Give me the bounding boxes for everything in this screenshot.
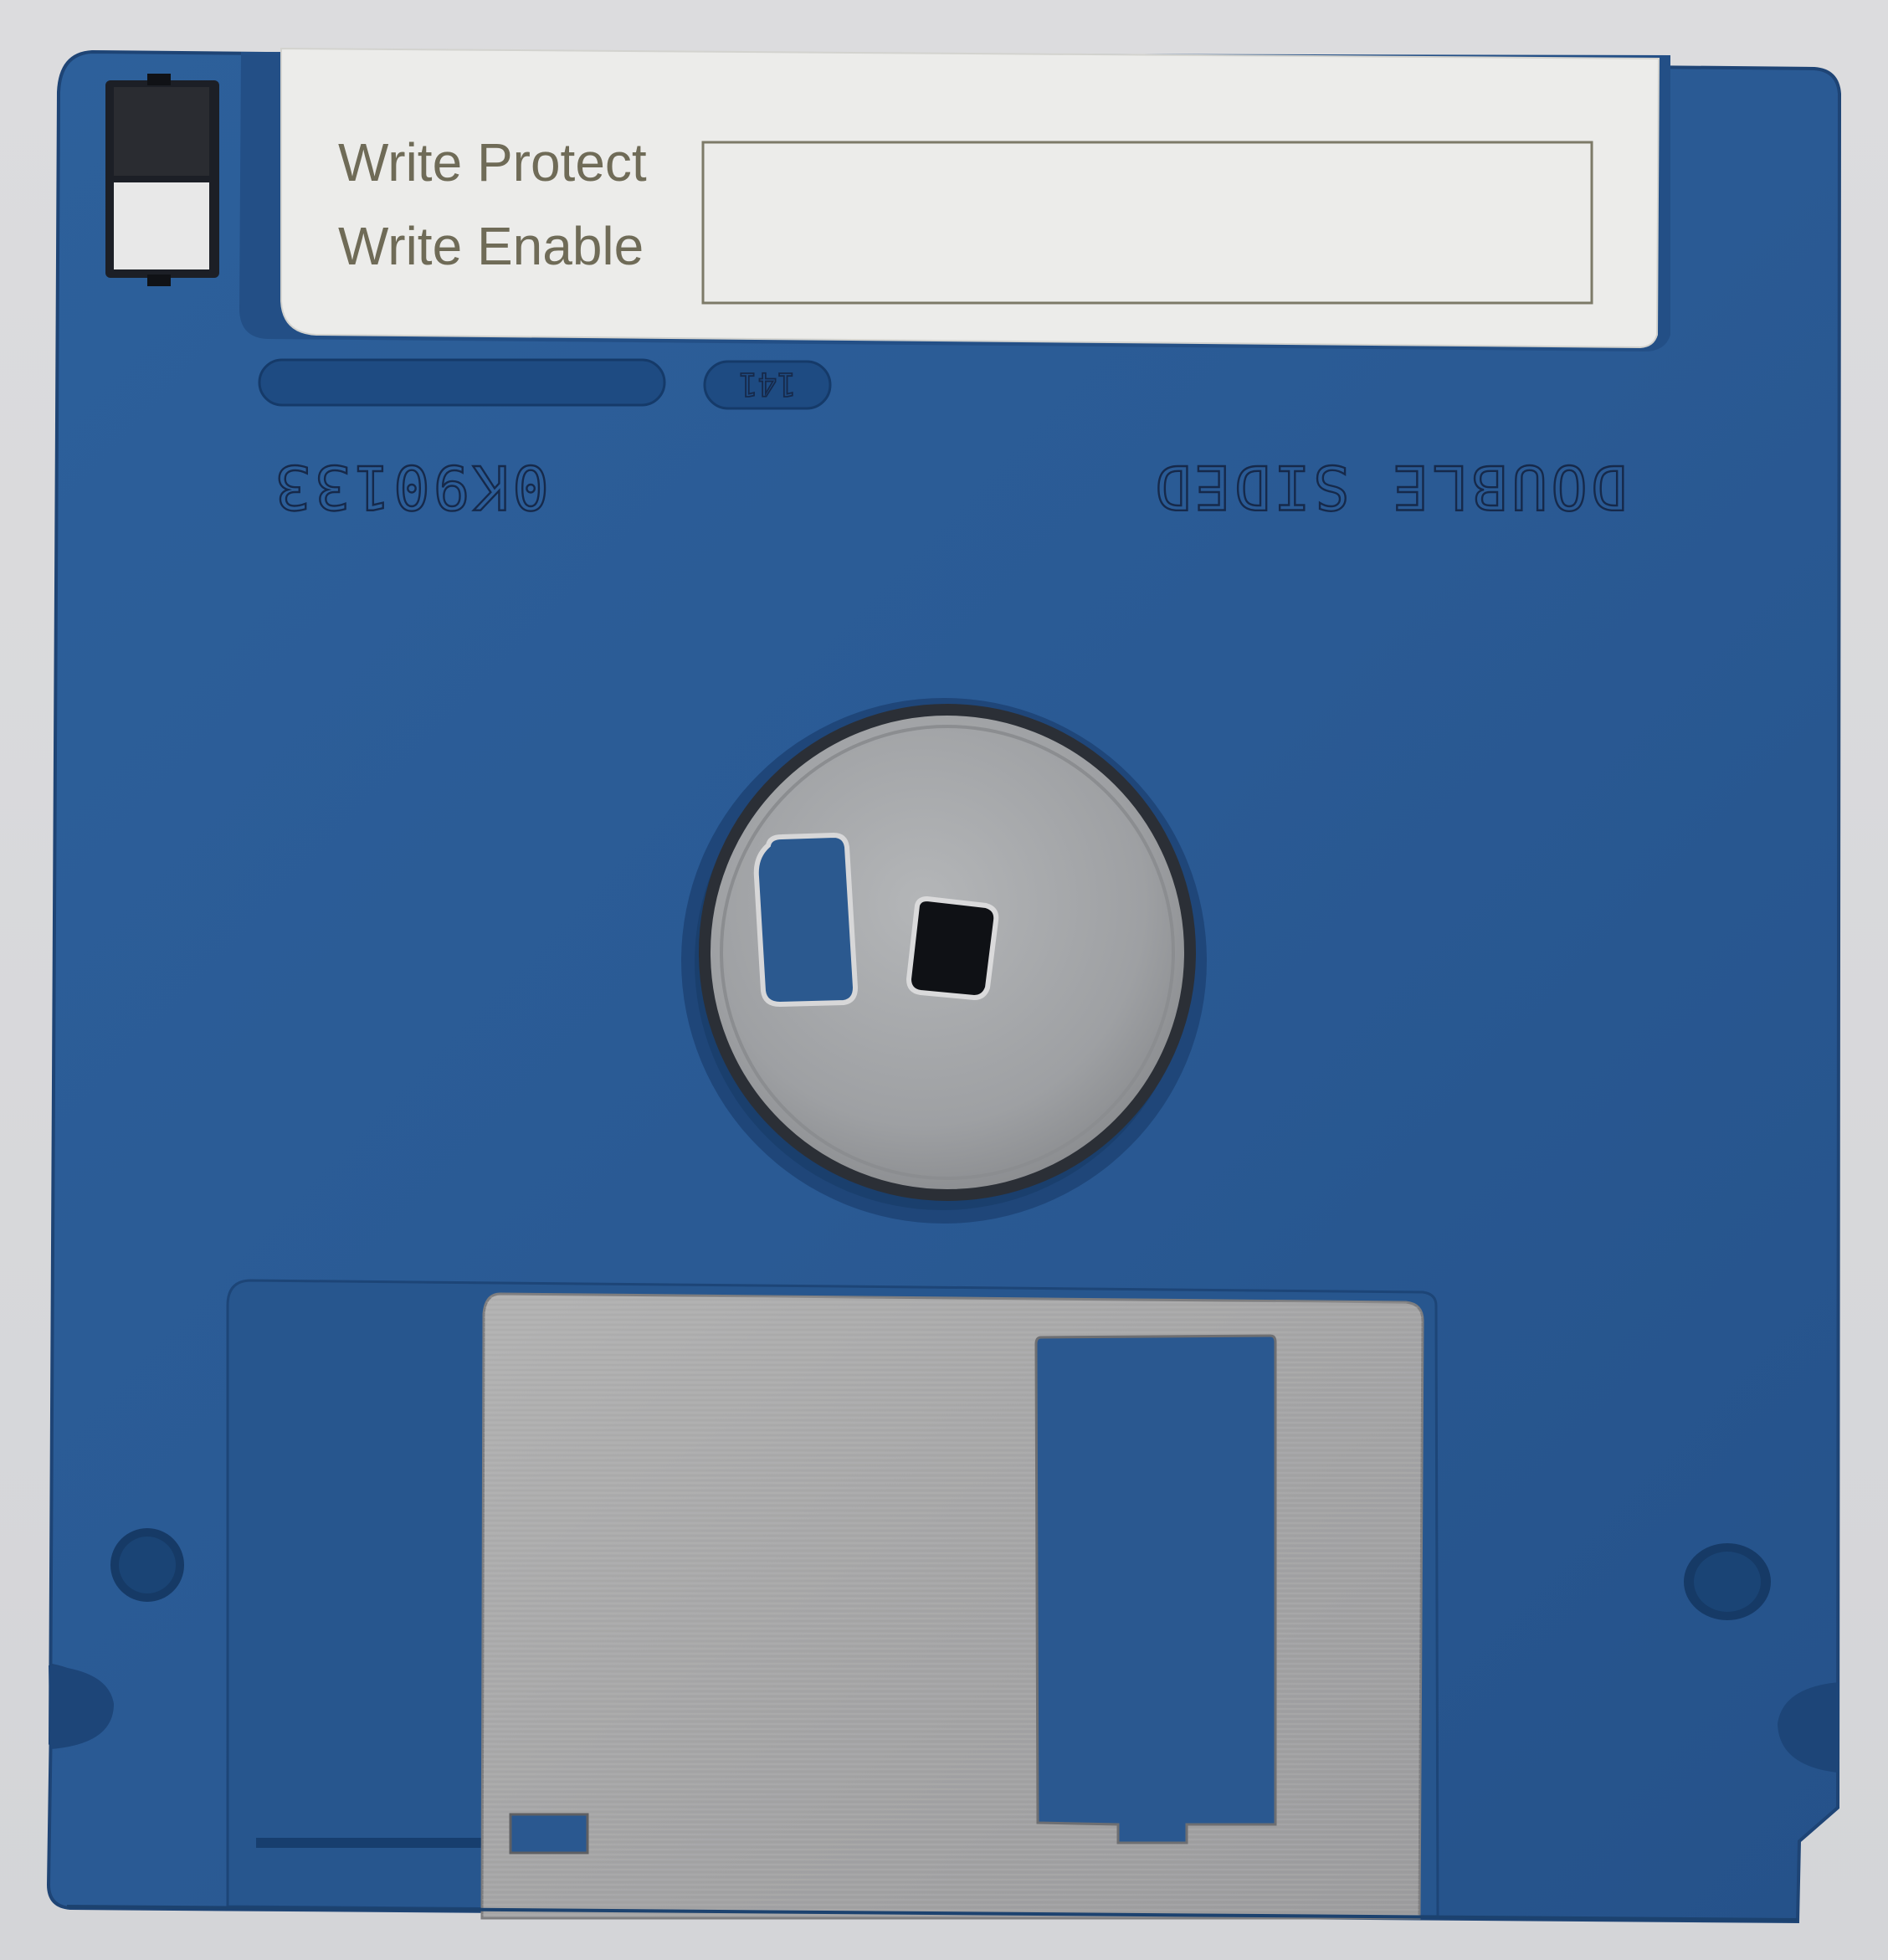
part-number-emboss: 0K90133 <box>271 452 548 522</box>
emboss-slot-long <box>258 358 666 407</box>
write-protect-label: Write Protect <box>338 132 647 192</box>
shutter-notch <box>509 1813 589 1855</box>
double-sided-emboss: DOUBLE SIDED <box>1152 452 1627 522</box>
write-protect-slider-icon[interactable] <box>105 74 219 286</box>
metal-hub-icon <box>699 704 1196 1201</box>
metal-shutter-icon[interactable] <box>480 1292 1424 1920</box>
floppy-disk-photo: Write Protect Write Enable 141 0K90133 D… <box>0 0 1888 1960</box>
bottom-left-groove <box>256 1838 490 1848</box>
shutter-window <box>1034 1334 1277 1845</box>
mold-number-badge: 141 <box>703 360 832 410</box>
mold-number: 141 <box>739 366 797 403</box>
write-enable-label: Write Enable <box>338 216 644 276</box>
floppy-disk: Write Protect Write Enable 141 0K90133 D… <box>46 47 1842 1924</box>
